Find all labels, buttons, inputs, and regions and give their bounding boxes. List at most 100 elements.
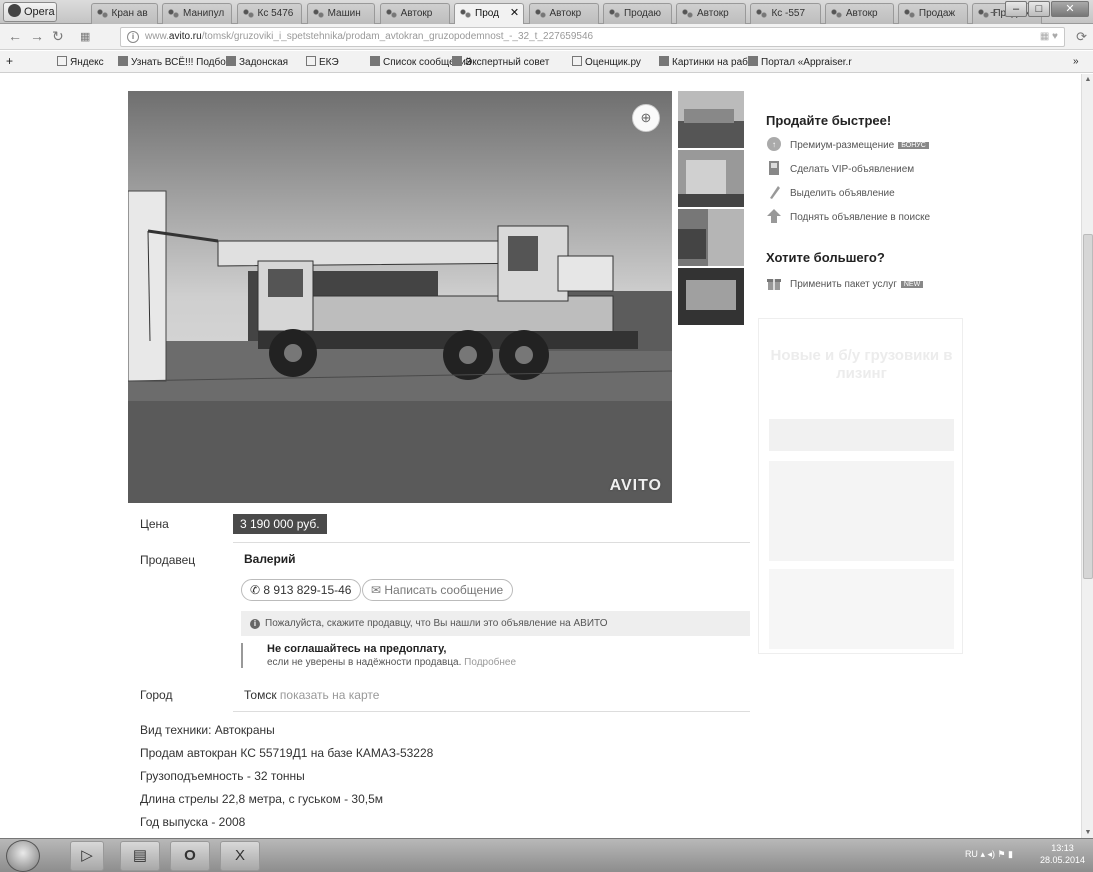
thumbnail-1[interactable] xyxy=(678,91,744,148)
browser-tab[interactable]: Манипул xyxy=(162,3,233,24)
system-tray: RU ▴ ◂) ⚑ ▮ xyxy=(964,849,1013,859)
vertical-scrollbar[interactable]: ▲ ▼ xyxy=(1081,74,1093,838)
browser-tab[interactable]: Автокр xyxy=(824,3,894,24)
price-value: 3 190 000 руб. xyxy=(233,514,327,534)
scrollbar-thumb[interactable] xyxy=(1083,234,1093,579)
bookmark-item[interactable]: Яндекс xyxy=(57,56,104,68)
language-indicator[interactable]: RU xyxy=(965,849,978,859)
browser-tab[interactable]: Продаж xyxy=(897,3,968,24)
ad-image xyxy=(769,461,954,561)
start-button[interactable] xyxy=(6,840,40,872)
highlight-icon xyxy=(766,184,782,200)
browser-tab[interactable]: Прод ✕ xyxy=(454,3,525,24)
browser-tab[interactable]: Автокр xyxy=(379,3,450,24)
sidebar-service-link[interactable]: ↑ Премиум-размещение БОНУС xyxy=(766,136,929,152)
thumbnail-image xyxy=(678,150,744,207)
want-more-title: Хотите большего? xyxy=(766,250,885,265)
bookmark-item[interactable]: Экспертный совет xyxy=(452,56,549,68)
bookmark-item[interactable]: ЕКЭ xyxy=(306,56,339,68)
thumbnail-image xyxy=(678,209,744,266)
bookmark-item[interactable]: Узнать ВСЁ!!! Подбо xyxy=(118,56,226,68)
browser-tab[interactable]: Кран ав xyxy=(90,3,158,24)
zoom-icon[interactable]: ⊕ xyxy=(632,104,660,132)
browser-tab[interactable]: Кс 5476 xyxy=(236,3,303,24)
ad-button[interactable] xyxy=(769,419,954,451)
new-badge: NEW xyxy=(900,281,924,288)
phone-icon: ✆ xyxy=(250,583,264,597)
window-controls: – □ ✕ xyxy=(1004,1,1089,17)
thumbnail-4[interactable] xyxy=(678,268,744,325)
tab-favicon-icon xyxy=(312,8,324,19)
thumbnail-3[interactable] xyxy=(678,209,744,266)
advertisement[interactable]: Новые и б/у грузовики в лизинг xyxy=(758,318,963,654)
ad-image xyxy=(769,569,954,649)
downloads-icon[interactable]: ⟳ xyxy=(1076,29,1087,45)
notice-box: i Пожалуйста, скажите продавцу, что Вы на… xyxy=(241,611,750,636)
bookmark-heart-icon[interactable]: ▦ ♥ xyxy=(1040,28,1058,46)
tab-favicon-icon xyxy=(242,8,254,19)
tab-favicon-icon xyxy=(756,8,768,19)
scroll-up-icon[interactable]: ▲ xyxy=(1083,76,1093,83)
forward-icon[interactable]: → xyxy=(30,28,44,44)
city-value: Томск показать на карте xyxy=(244,688,380,702)
browser-tab[interactable]: Автокр xyxy=(675,3,747,24)
new-tab-button[interactable]: + xyxy=(985,4,1003,22)
write-message-button[interactable]: ✉ Написать сообщение xyxy=(362,579,514,601)
speed-dial-icon[interactable]: ▦ xyxy=(80,30,90,43)
bookmark-item[interactable]: Портал «Appraiser.r xyxy=(748,56,852,68)
browser-tab[interactable]: Кс -557 xyxy=(750,3,821,24)
thumbnail-2[interactable] xyxy=(678,150,744,207)
add-bookmark-button[interactable]: + xyxy=(6,54,13,68)
thumbnail-image xyxy=(678,268,744,325)
bookmark-item[interactable]: Картинки на рабоч xyxy=(659,56,758,68)
reload-icon[interactable]: ↻ xyxy=(52,28,64,45)
tab-favicon-icon xyxy=(534,8,546,19)
close-tab-icon[interactable]: ✕ xyxy=(510,4,519,23)
excel-icon[interactable]: X xyxy=(220,841,260,871)
browser-tab[interactable]: Машин xyxy=(306,3,376,24)
opera-taskbar-icon[interactable]: O xyxy=(170,841,210,871)
more-bookmarks-button[interactable]: » xyxy=(1073,56,1079,67)
url-field[interactable]: i www.avito.ru/tomsk/gruzoviki_i_spetste… xyxy=(120,27,1065,47)
tab-favicon-icon xyxy=(830,8,842,19)
bookmarks-bar: + Яндекс Узнать ВСЁ!!! Подбо Задонская ЕКЭ С… xyxy=(0,51,1093,73)
clock[interactable]: 13:13 28.05.2014 xyxy=(1040,842,1085,866)
bonus-badge: БОНУС xyxy=(898,142,929,149)
gift-icon xyxy=(766,275,782,291)
phone-button[interactable]: ✆ 8 913 829-15-46 xyxy=(241,579,362,601)
browser-tab[interactable]: Автокр xyxy=(528,3,599,24)
windows-taskbar: ▷ ▤ O X RU ▴ ◂) ⚑ ▮ 13:13 28.05.2014 xyxy=(0,838,1093,872)
close-window-button[interactable]: ✕ xyxy=(1051,1,1089,17)
apply-package-link[interactable]: Применить пакет услуг NEW xyxy=(766,275,924,291)
bookmark-icon xyxy=(659,56,669,66)
bookmark-item[interactable]: Оценщик.ру xyxy=(572,56,641,68)
tab-favicon-icon xyxy=(681,8,693,19)
sidebar-service-link[interactable]: Выделить объявление xyxy=(766,184,895,200)
sidebar-service-link[interactable]: Сделать VIP-объявлением xyxy=(766,160,914,176)
bookmark-icon xyxy=(118,56,128,66)
city-label: Город xyxy=(140,688,173,702)
tab-favicon-icon xyxy=(96,8,108,19)
scroll-down-icon[interactable]: ▼ xyxy=(1083,829,1093,836)
file-explorer-icon[interactable]: ▤ xyxy=(120,841,160,871)
raise-icon xyxy=(766,208,782,224)
opera-menu-button[interactable]: Opera xyxy=(3,2,57,22)
main-photo[interactable]: ⊕ AVITO xyxy=(128,91,672,503)
bookmark-item[interactable]: Задонская xyxy=(226,56,288,68)
media-player-icon[interactable]: ▷ xyxy=(70,841,104,871)
more-link[interactable]: Подробнее xyxy=(464,657,516,668)
bookmark-icon xyxy=(370,56,380,66)
bookmark-icon xyxy=(226,56,236,66)
url-text: www.avito.ru/tomsk/gruzoviki_i_spetstehn… xyxy=(145,31,594,42)
description-line: Вид техники: Автокраны xyxy=(140,723,275,737)
back-icon[interactable]: ← xyxy=(8,28,22,44)
site-info-icon[interactable]: i xyxy=(127,31,139,43)
minimize-button[interactable]: – xyxy=(1005,1,1027,17)
browser-tab[interactable]: Продаю xyxy=(602,3,672,24)
message-icon: ✉ xyxy=(371,583,385,597)
price-label: Цена xyxy=(140,517,169,531)
sidebar-service-link[interactable]: Поднять объявление в поиске xyxy=(766,208,930,224)
vip-icon xyxy=(766,160,782,176)
maximize-button[interactable]: □ xyxy=(1028,1,1050,17)
show-on-map-link[interactable]: показать на карте xyxy=(280,688,380,702)
